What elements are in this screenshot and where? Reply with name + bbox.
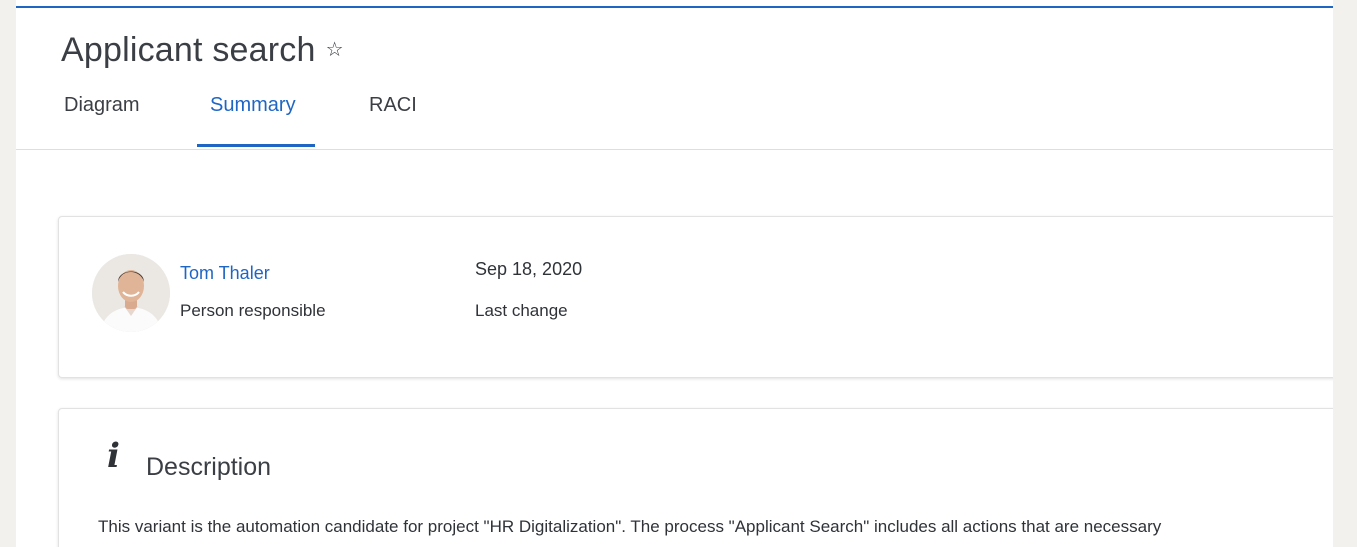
description-card: i Description This variant is the automa…	[58, 408, 1333, 547]
tab-summary[interactable]: Summary	[210, 94, 296, 117]
tabs-divider	[16, 149, 1333, 150]
avatar-photo-icon	[92, 254, 170, 332]
last-change-label: Last change	[475, 301, 568, 320]
avatar	[92, 254, 170, 332]
top-accent-bar	[16, 6, 1333, 8]
page-title: Applicant search	[61, 30, 316, 69]
last-change-date: Sep 18, 2020	[475, 259, 583, 279]
info-icon: i	[107, 436, 120, 476]
title-row: Applicant search ☆	[61, 30, 344, 70]
person-name-link[interactable]: Tom Thaler	[180, 263, 270, 284]
description-text: This variant is the automation candidate…	[98, 517, 1162, 536]
summary-card: Tom Thaler Person responsible Sep 18, 20…	[58, 216, 1333, 378]
tab-raci[interactable]: RACI	[369, 94, 417, 117]
page-frame: Applicant search ☆ Diagram Summary RACI …	[16, 0, 1333, 547]
tab-diagram[interactable]: Diagram	[64, 94, 140, 117]
person-role-label: Person responsible	[180, 301, 326, 320]
description-heading: Description	[146, 453, 272, 481]
star-icon[interactable]: ☆	[326, 40, 344, 60]
active-tab-indicator	[197, 144, 315, 147]
